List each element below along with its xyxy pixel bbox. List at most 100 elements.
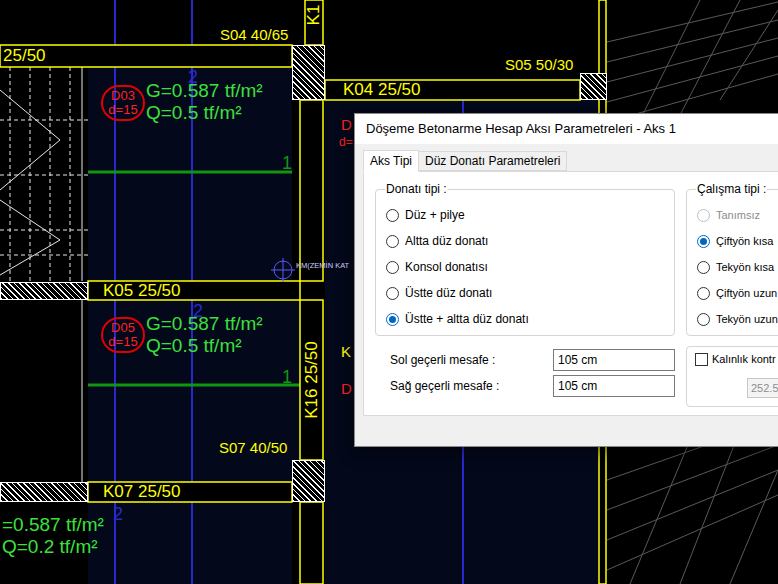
radio-option[interactable]: Tekyön uzun <box>697 306 778 332</box>
field-label: Sağ geçerli mesafe : <box>390 377 553 395</box>
option-label: Konsol donatısı <box>405 258 488 276</box>
dialog-title: Döşeme Betonarme Hesap Aksı Parametreler… <box>366 119 676 139</box>
group-label: Donatı tipi : <box>385 182 448 196</box>
dialog-body: Aks Tipi Düz Donatı Parametreleri Donatı t… <box>355 144 778 416</box>
distance-input[interactable]: 105 cm <box>553 349 675 371</box>
distance-row: Sol geçerli mesafe : 105 cm <box>390 349 686 371</box>
dead-load: =0.587 tf/m² <box>2 514 104 536</box>
radio-button[interactable] <box>697 313 710 326</box>
beam-label: K07 25/50 <box>103 483 181 501</box>
axis-label: 1 <box>282 368 292 386</box>
radio-button[interactable] <box>386 235 399 248</box>
column-section <box>580 73 607 100</box>
option-group: Çalışma tipi :TanımsızÇiftyön kısaTekyön… <box>686 189 778 336</box>
partial-label: D <box>341 381 352 396</box>
field-value: 105 cm <box>558 351 597 369</box>
option-list: Tanımsız Çiftyön kısa Tekyön kısa Çiftyön u… <box>687 190 778 332</box>
axis-label: 2 <box>113 505 123 523</box>
option-label: Altta düz donatı <box>405 232 488 250</box>
option-label: Tanımsız <box>716 207 760 224</box>
beam-label-box: K1 <box>305 0 323 30</box>
group-label: Çalışma tipi : <box>696 182 767 196</box>
slab-thickness: d=15 <box>108 103 137 117</box>
slab-thickness: d=15 <box>108 335 137 349</box>
slab-tag[interactable]: D05d=15 <box>101 317 145 353</box>
tab-label: Aks Tipi <box>370 152 412 170</box>
checkbox[interactable] <box>695 353 708 366</box>
option-groups: Donatı tipi :Düz + pilyeAltta düz donatı… <box>375 189 773 336</box>
field-value: 105 cm <box>558 377 597 395</box>
slab-loads: G=0.587 tf/m²Q=0.5 tf/m² <box>146 80 263 124</box>
distance-row: Sağ geçerli mesafe : 105 cm <box>390 375 686 397</box>
axis-label: 2 <box>193 302 203 320</box>
thickness-input: 252.5 <box>747 378 778 398</box>
cad-workspace[interactable]: 25/50 K04 25/50 K05 25/50 K07 25/50 K16 25/5… <box>0 0 778 584</box>
title-bar[interactable]: Döşeme Betonarme Hesap Aksı Parametreler… <box>355 114 778 144</box>
radio-option[interactable]: Tekyön kısa <box>697 254 778 280</box>
radio-dot <box>700 238 707 245</box>
radio-button[interactable] <box>386 209 399 222</box>
radio-button[interactable] <box>697 287 710 300</box>
beam-label: K16 25/50 <box>303 341 321 419</box>
beam-label: K1 <box>305 5 323 26</box>
radio-option[interactable]: Çiftyön uzun <box>697 280 778 306</box>
beam-label: K04 25/50 <box>343 81 421 99</box>
reference-point-label: KM(ZEMİN KAT <box>296 262 349 270</box>
wall-hatch <box>0 282 88 300</box>
partial-label: D <box>341 117 352 132</box>
radio-button[interactable] <box>386 313 399 326</box>
option-list: Düz + pilye Altta düz donatı Konsol donatı… <box>376 190 674 332</box>
option-group: Donatı tipi :Düz + pilyeAltta düz donatı… <box>375 189 675 336</box>
checkbox-label: Kalınlık kontr <box>712 351 776 368</box>
dead-load: G=0.587 tf/m² <box>146 313 263 335</box>
live-load: Q=0.5 tf/m² <box>146 335 263 357</box>
radio-option[interactable]: Düz + pilye <box>386 202 674 228</box>
axis-label: 2 <box>188 68 198 86</box>
radio-button[interactable] <box>697 235 710 248</box>
tab[interactable]: Aks Tipi <box>363 150 419 172</box>
beam-label: 25/50 <box>3 47 46 65</box>
partial-label: K <box>341 344 351 359</box>
tab-label: Düz Donatı Parametreleri <box>425 152 560 170</box>
option-label: Düz + pilye <box>405 206 465 224</box>
radio-button[interactable] <box>386 287 399 300</box>
radio-dot <box>389 316 396 323</box>
tab[interactable]: Düz Donatı Parametreleri <box>419 151 567 171</box>
column-section <box>292 460 325 502</box>
slab-name: D03 <box>111 89 135 103</box>
slab-loads: G=0.587 tf/m²Q=0.5 tf/m² <box>146 313 263 357</box>
slab-name: D05 <box>111 321 135 335</box>
distance-input[interactable]: 105 cm <box>553 375 675 397</box>
radio-option[interactable]: Konsol donatısı <box>386 254 674 280</box>
thickness-group: Kalınlık kontr 252.5 <box>686 346 778 407</box>
axis-label: 1 <box>282 154 292 172</box>
column-label: S07 40/50 <box>219 440 287 456</box>
beam-label-box: K16 25/50 <box>300 300 323 460</box>
column-section <box>292 45 325 100</box>
radio-option[interactable]: Üstte düz donatı <box>386 280 674 306</box>
tab-strip: Aks Tipi Düz Donatı Parametreleri <box>363 149 778 171</box>
tab-panel: Donatı tipi : Düz + pilye Altta düz donatı… <box>363 171 778 416</box>
option-label: Tekyön uzun <box>716 311 778 328</box>
radio-option: Tanımsız <box>697 202 778 228</box>
parameters-dialog[interactable]: Döşeme Betonarme Hesap Aksı Parametreler… <box>354 113 778 447</box>
radio-button[interactable] <box>697 261 710 274</box>
radio-option[interactable]: Altta düz donatı <box>386 228 674 254</box>
distance-fields: Sol geçerli mesafe :105 cmSağ geçerli me… <box>375 346 686 407</box>
field-label: Sol geçerli mesafe : <box>390 351 553 369</box>
radio-button <box>697 209 710 222</box>
radio-button[interactable] <box>386 261 399 274</box>
beam-label: K05 25/50 <box>103 282 181 300</box>
thickness-checkbox-row[interactable]: Kalınlık kontr <box>695 350 778 368</box>
column-label: S04 40/65 <box>220 27 288 43</box>
radio-option[interactable]: Çiftyön kısa <box>697 228 778 254</box>
option-label: Üstte + altta düz donatı <box>405 310 529 328</box>
lower-row: Sol geçerli mesafe :105 cmSağ geçerli me… <box>375 346 773 407</box>
column-label: S05 50/30 <box>505 57 573 73</box>
option-label: Çiftyön uzun <box>716 285 777 302</box>
radio-option[interactable]: Üstte + altta düz donatı <box>386 306 674 332</box>
option-label: Üstte düz donatı <box>405 284 492 302</box>
partial-label: d= <box>339 136 353 148</box>
option-label: Tekyön kısa <box>716 259 774 276</box>
slab-tag[interactable]: D03d=15 <box>101 85 145 121</box>
